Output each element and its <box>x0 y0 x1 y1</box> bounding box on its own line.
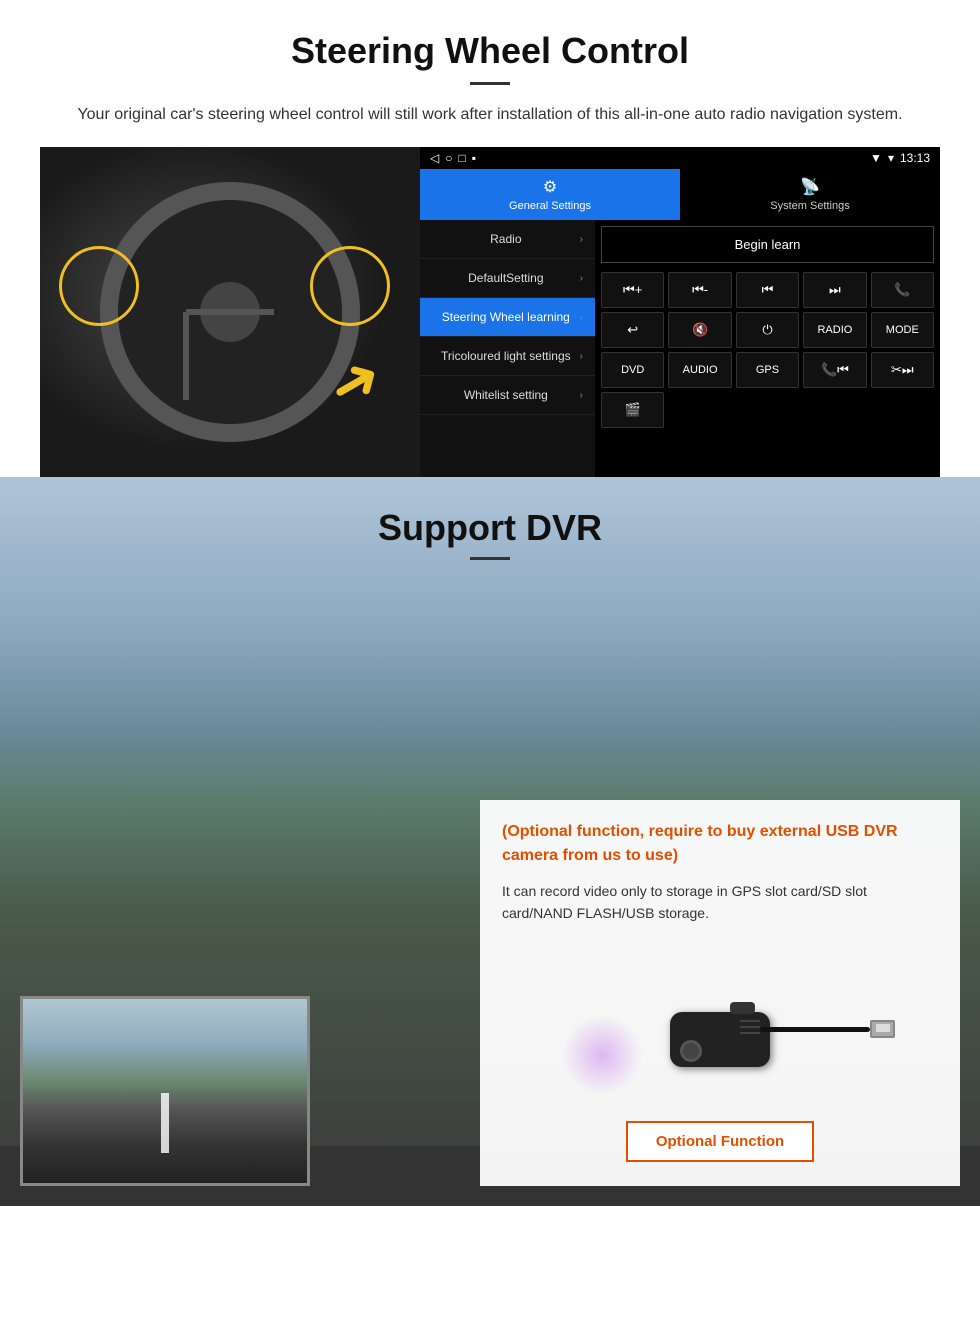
dvr-description: It can record video only to storage in G… <box>502 880 938 925</box>
dvr-info-box: (Optional function, require to buy exter… <box>480 800 960 1186</box>
menu-steering-label: Steering Wheel learning <box>432 310 580 324</box>
menu-tricolour-label: Tricoloured light settings <box>432 349 580 363</box>
android-menu: Radio › DefaultSetting › Steering Wheel … <box>420 220 595 477</box>
camera-assembly <box>670 1012 770 1067</box>
dvr-optional-notice: (Optional function, require to buy exter… <box>502 820 938 868</box>
highlight-circle-left <box>59 246 139 326</box>
statusbar-time: 13:13 <box>900 151 930 165</box>
ctrl-cut-next[interactable]: ✂⏭ <box>871 352 934 388</box>
camera-cable <box>760 1027 870 1032</box>
camera-top-bump <box>730 1002 755 1014</box>
ctrl-radio[interactable]: RADIO <box>803 312 866 348</box>
camera-lens <box>680 1040 702 1062</box>
ctrl-vol-up[interactable]: ⏮+ <box>601 272 664 308</box>
menu-whitelist-label: Whitelist setting <box>432 388 580 402</box>
ctrl-phone[interactable]: 📞 <box>871 272 934 308</box>
steering-subtitle: Your original car's steering wheel contr… <box>40 103 940 127</box>
steering-title: Steering Wheel Control <box>40 30 940 72</box>
ctrl-power[interactable]: ⏻ <box>736 312 799 348</box>
signal-icon: ▼ <box>870 151 882 165</box>
chevron-icon-steering: › <box>580 312 583 323</box>
ctrl-dvd[interactable]: DVD <box>601 352 664 388</box>
android-right-panel: Begin learn ⏮+ ⏮- ⏮ ⏭ 📞 ↩ 🔇 ⏻ RADIO MODE… <box>595 220 940 477</box>
ctrl-mode[interactable]: MODE <box>871 312 934 348</box>
android-statusbar: ◁ ○ □ ▪ ▼ ▾ 13:13 <box>420 147 940 169</box>
system-tab-icon: 📡 <box>800 177 820 197</box>
dvr-camera-image <box>502 945 938 1105</box>
wheel-spoke-h <box>186 309 274 315</box>
nav-home-icon: ○ <box>445 151 452 165</box>
android-ui-panel: ◁ ○ □ ▪ ▼ ▾ 13:13 ⚙ General Settings 📡 S… <box>420 147 940 477</box>
menu-item-defaultsetting[interactable]: DefaultSetting › <box>420 259 595 298</box>
chevron-icon-default: › <box>580 273 583 284</box>
steering-demo-area: ➜ ◁ ○ □ ▪ ▼ ▾ 13:13 ⚙ General Settings <box>40 147 940 477</box>
tab-system-label: System Settings <box>770 200 849 212</box>
dvr-lower-area: (Optional function, require to buy exter… <box>0 790 980 1206</box>
control-grid: ⏮+ ⏮- ⏮ ⏭ 📞 ↩ 🔇 ⏻ RADIO MODE DVD AUDIO G… <box>601 272 934 428</box>
dvr-section: Support DVR (Optional function, require … <box>0 477 980 1206</box>
nav-square-icon: □ <box>458 151 465 165</box>
menu-radio-label: Radio <box>432 232 580 246</box>
dvr-left-panel <box>0 790 460 1206</box>
dvr-right-panel: (Optional function, require to buy exter… <box>460 790 980 1206</box>
steering-section: Steering Wheel Control Your original car… <box>0 0 980 477</box>
usb-prong <box>876 1024 890 1032</box>
title-divider <box>470 82 510 85</box>
chevron-icon-radio: › <box>580 234 583 245</box>
dvr-title-area: Support DVR <box>0 477 980 570</box>
menu-item-steering-wheel[interactable]: Steering Wheel learning › <box>420 298 595 337</box>
road-center-line <box>161 1093 169 1153</box>
chevron-icon-whitelist: › <box>580 390 583 401</box>
tab-general-settings[interactable]: ⚙ General Settings <box>420 169 680 220</box>
begin-learn-button[interactable]: Begin learn <box>601 226 934 263</box>
optional-function-button[interactable]: Optional Function <box>626 1121 814 1162</box>
gear-tab-icon: ⚙ <box>543 177 557 197</box>
highlight-circle-right <box>310 246 390 326</box>
tab-general-label: General Settings <box>509 200 591 212</box>
ctrl-phone-prev[interactable]: 📞⏮ <box>803 352 866 388</box>
nav-back-icon: ◁ <box>430 151 439 165</box>
camera-glow-light <box>562 1015 642 1095</box>
ctrl-audio[interactable]: AUDIO <box>668 352 731 388</box>
ctrl-dvd-icon[interactable]: 🎬 <box>601 392 664 428</box>
android-content: Radio › DefaultSetting › Steering Wheel … <box>420 220 940 477</box>
camera-body <box>670 1012 770 1067</box>
menu-defaultsetting-label: DefaultSetting <box>432 271 580 285</box>
chevron-icon-tricolour: › <box>580 351 583 362</box>
ctrl-vol-down[interactable]: ⏮- <box>668 272 731 308</box>
menu-item-tricolour[interactable]: Tricoloured light settings › <box>420 337 595 376</box>
ctrl-next[interactable]: ⏭ <box>803 272 866 308</box>
dvr-title-divider <box>470 557 510 560</box>
dvr-screenshot-thumbnail <box>20 996 310 1186</box>
ctrl-gps[interactable]: GPS <box>736 352 799 388</box>
tab-system-settings[interactable]: 📡 System Settings <box>680 169 940 220</box>
nav-record-icon: ▪ <box>472 151 476 165</box>
steering-wheel-image: ➜ <box>40 147 420 477</box>
android-tabs: ⚙ General Settings 📡 System Settings <box>420 169 940 220</box>
camera-vents <box>740 1020 760 1034</box>
ctrl-mute[interactable]: 🔇 <box>668 312 731 348</box>
ctrl-back[interactable]: ↩ <box>601 312 664 348</box>
dvr-title: Support DVR <box>0 507 980 549</box>
screenshot-road <box>23 999 307 1183</box>
wifi-icon: ▾ <box>888 151 894 165</box>
menu-item-whitelist[interactable]: Whitelist setting › <box>420 376 595 415</box>
wheel-graphic: ➜ <box>40 147 420 477</box>
menu-item-radio[interactable]: Radio › <box>420 220 595 259</box>
wheel-spoke-v <box>183 312 189 400</box>
ctrl-prev[interactable]: ⏮ <box>736 272 799 308</box>
